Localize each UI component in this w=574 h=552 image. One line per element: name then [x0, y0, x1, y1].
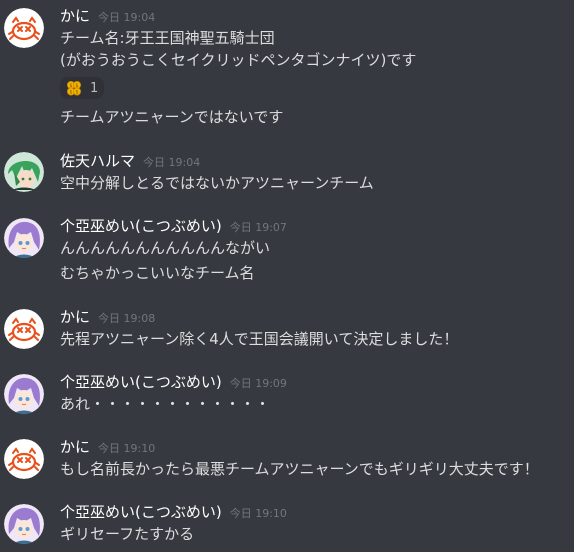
timestamp: 今日 19:07 [229, 221, 287, 234]
crab-avatar-icon[interactable] [4, 309, 44, 349]
message-header: かに 今日 19:08 [60, 307, 155, 327]
timestamp: 今日 19:09 [229, 377, 287, 390]
timestamp: 今日 19:04 [143, 156, 201, 169]
svg-text:$: $ [69, 83, 72, 89]
message-text: 先程アツニャーン除く4人で王国会議開いて決定しました！ [60, 330, 459, 348]
timestamp: 今日 19:04 [98, 11, 156, 24]
message-header: 个亞巫めい(こつぶめい) 今日 19:10 [60, 502, 287, 522]
username[interactable]: 个亞巫めい(こつぶめい) [60, 216, 222, 236]
username[interactable]: 个亞巫めい(こつぶめい) [60, 372, 222, 392]
chat-message-list: かに 今日 19:04 チーム名:牙王王国神聖五騎士団 (がおうおうこくセイクリ… [0, 0, 574, 552]
username[interactable]: かに [60, 307, 90, 327]
message-header: かに 今日 19:04 [60, 6, 155, 26]
purple-hair-character-avatar-icon[interactable] [4, 218, 44, 258]
message-text: (がおうおうこくセイクリッドペンタゴンナイツ)です [60, 51, 417, 69]
svg-text:$: $ [75, 83, 78, 89]
message-text: ギリセーフたすかる [60, 525, 195, 543]
message-text: むちゃかっこいいなチーム名 [60, 264, 255, 282]
reaction-count: 1 [90, 80, 99, 96]
purple-hair-character-avatar-icon[interactable] [4, 504, 44, 544]
username[interactable]: 个亞巫めい(こつぶめい) [60, 502, 222, 522]
money-bag-emoji-icon: $ $ $ $ [66, 80, 82, 96]
timestamp: 今日 19:10 [229, 507, 287, 520]
crab-avatar-icon[interactable] [4, 439, 44, 479]
message-text: あれ・・・・・・・・・・・・ [60, 395, 271, 413]
message-text: チームアツニャーンではないです [60, 108, 284, 126]
username[interactable]: 佐天ハルマ [60, 151, 135, 171]
username[interactable]: かに [60, 6, 90, 26]
svg-text:$: $ [69, 90, 72, 96]
green-hair-character-avatar-icon[interactable] [4, 152, 44, 192]
reaction-button[interactable]: $ $ $ $ 1 [60, 77, 105, 99]
message-text: んんんんんんんんんんんながい [60, 239, 271, 257]
crab-avatar-icon[interactable] [4, 8, 44, 48]
message-text: 空中分解しとるではないかアツニャーンチーム [60, 174, 374, 192]
message-header: 个亞巫めい(こつぶめい) 今日 19:07 [60, 216, 287, 236]
message-header: かに 今日 19:10 [60, 437, 155, 457]
message-header: 佐天ハルマ 今日 19:04 [60, 151, 200, 171]
timestamp: 今日 19:08 [98, 312, 156, 325]
message-text: もし名前長かったら最悪チームアツニャーンでもギリギリ大丈夫です！ [60, 460, 539, 478]
svg-text:$: $ [75, 90, 78, 96]
message-text: チーム名:牙王王国神聖五騎士団 [60, 29, 275, 47]
purple-hair-character-avatar-icon[interactable] [4, 374, 44, 414]
message-header: 个亞巫めい(こつぶめい) 今日 19:09 [60, 372, 287, 392]
timestamp: 今日 19:10 [98, 442, 156, 455]
username[interactable]: かに [60, 437, 90, 457]
